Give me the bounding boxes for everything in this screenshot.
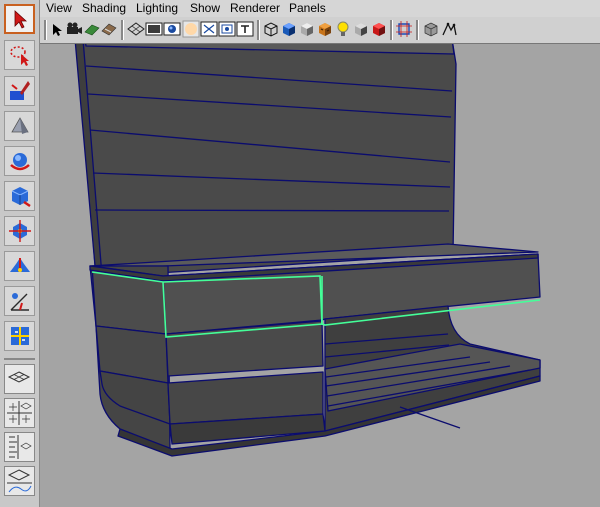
safe-action-icon[interactable] [218,20,236,38]
scale-tool-icon[interactable] [4,181,35,211]
toolbar-separator [390,20,393,40]
textured-icon[interactable] [316,20,334,38]
symmetry-icon[interactable] [440,20,458,38]
menu-shading[interactable]: Shading [82,1,126,16]
menu-panels[interactable]: Panels [289,1,326,16]
outliner-layout-icon[interactable] [4,432,35,462]
toolbar-separator [257,20,260,40]
panel-icon-bar [40,17,600,44]
resolution-gate-icon[interactable] [163,20,181,38]
wireframe-icon[interactable] [262,20,280,38]
image-plane-icon[interactable] [100,20,118,38]
perspective-viewport[interactable] [40,44,600,507]
film-gate-icon[interactable] [145,20,163,38]
move-tool-icon[interactable] [4,111,35,141]
paint-select-tool-icon[interactable] [4,76,35,106]
persp-graph-layout-icon[interactable] [4,466,35,496]
single-perspective-layout-icon[interactable] [4,364,35,394]
four-view-layout-icon[interactable] [4,398,35,428]
shadows-icon[interactable] [352,20,370,38]
toolbar-separator [121,20,124,40]
show-manipulator-icon[interactable] [4,286,35,316]
use-all-lights-icon[interactable] [334,20,352,38]
select-tool-icon[interactable] [4,4,35,34]
panel-menu-bar: View Shading Lighting Show Renderer Pane… [40,0,600,18]
toolbox [0,0,40,507]
grid-toggle-icon[interactable] [127,20,145,38]
smooth-shade-icon[interactable] [280,20,298,38]
menu-show[interactable]: Show [190,1,220,16]
default-material-icon[interactable] [298,20,316,38]
toolbar-separator [44,20,47,40]
menu-view[interactable]: View [46,1,72,16]
camera-attributes-icon[interactable] [65,20,83,38]
rotate-tool-icon[interactable] [4,146,35,176]
last-tool-icon[interactable] [4,321,35,351]
menu-lighting[interactable]: Lighting [136,1,178,16]
soft-modification-icon[interactable] [4,251,35,281]
stray-edge [399,406,461,429]
desk-model [74,44,541,457]
isolate-select-icon[interactable] [395,20,413,38]
safe-title-icon[interactable] [236,20,254,38]
frame-all-icon[interactable] [422,20,440,38]
field-chart-icon[interactable] [200,20,218,38]
toolbox-divider [4,358,35,360]
lasso-tool-icon[interactable] [4,40,35,70]
menu-renderer[interactable]: Renderer [230,1,280,16]
universal-manipulator-icon[interactable] [4,216,35,246]
toolbar-separator [416,20,419,40]
xray-icon[interactable] [370,20,388,38]
gate-mask-icon[interactable] [182,20,200,38]
bookmark-icon[interactable] [83,20,101,38]
perspective-panel: View Shading Lighting Show Renderer Pane… [40,0,600,507]
